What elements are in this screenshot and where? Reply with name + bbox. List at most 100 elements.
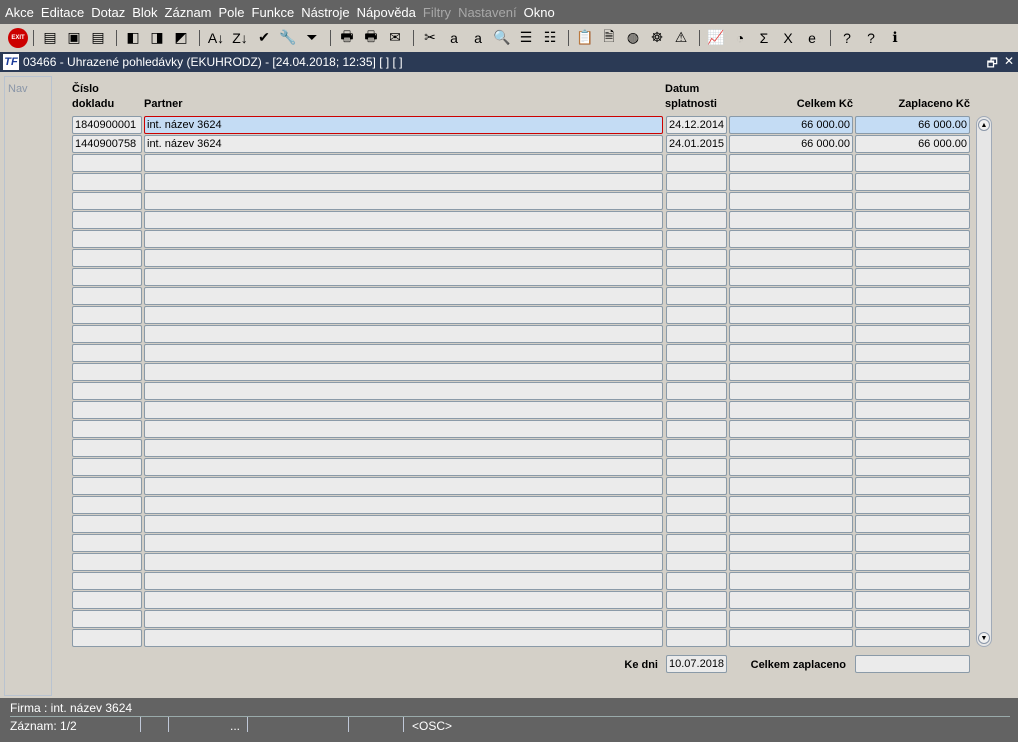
cell-paid[interactable] [855, 287, 970, 305]
cell-paid[interactable] [855, 401, 970, 419]
cell-partner[interactable] [144, 249, 663, 267]
cell-total[interactable] [729, 515, 853, 533]
cell-total[interactable] [729, 610, 853, 628]
cell-date[interactable] [666, 344, 727, 362]
cell-partner[interactable] [144, 572, 663, 590]
query-icon[interactable]: ◧ [122, 28, 144, 48]
cell-paid[interactable] [855, 325, 970, 343]
help-context-icon[interactable]: ? [836, 28, 858, 48]
cell-partner[interactable] [144, 553, 663, 571]
cancel-query-icon[interactable]: ◩ [170, 28, 192, 48]
cell-total[interactable] [729, 173, 853, 191]
delete-record-icon[interactable]: ▤ [87, 28, 109, 48]
cell-total[interactable] [729, 496, 853, 514]
cell-total[interactable] [729, 572, 853, 590]
cell-partner[interactable] [144, 344, 663, 362]
columns-icon[interactable]: ☷ [539, 28, 561, 48]
cell-partner[interactable] [144, 287, 663, 305]
cell-total[interactable] [729, 439, 853, 457]
menu-nástroje[interactable]: Nástroje [301, 5, 349, 20]
cell-total[interactable] [729, 553, 853, 571]
cell-date[interactable] [666, 439, 727, 457]
cell-doc[interactable] [72, 420, 142, 438]
cell-date[interactable] [666, 477, 727, 495]
cell-date[interactable] [666, 325, 727, 343]
cell-paid[interactable] [855, 268, 970, 286]
cell-date[interactable] [666, 287, 727, 305]
cell-total[interactable] [729, 211, 853, 229]
cell-doc[interactable] [72, 192, 142, 210]
cell-doc[interactable] [72, 553, 142, 571]
cell-partner[interactable] [144, 401, 663, 419]
cell-paid[interactable] [855, 420, 970, 438]
cell-partner[interactable] [144, 515, 663, 533]
clipboard-icon[interactable]: 📋 [574, 28, 596, 48]
cell-total[interactable] [729, 591, 853, 609]
exit-button[interactable]: EXIT [8, 27, 28, 48]
scroll-up-icon[interactable]: ▲ [978, 119, 990, 131]
menu-okno[interactable]: Okno [524, 5, 555, 20]
print-icon[interactable]: 🖶 [336, 28, 358, 48]
cell-doc[interactable] [72, 496, 142, 514]
cell-total[interactable] [729, 420, 853, 438]
cell-date[interactable] [666, 572, 727, 590]
cell-doc[interactable] [72, 439, 142, 457]
info-icon[interactable]: ℹ [884, 28, 906, 48]
cell-partner[interactable] [144, 458, 663, 476]
cell-doc[interactable]: 1440900758 [72, 135, 142, 153]
copy-icon[interactable]: a [443, 28, 465, 48]
menu-akce[interactable]: Akce [5, 5, 34, 20]
cell-date[interactable] [666, 515, 727, 533]
cell-paid[interactable] [855, 230, 970, 248]
cell-paid[interactable] [855, 629, 970, 647]
list-icon[interactable]: ☰ [515, 28, 537, 48]
cell-total[interactable] [729, 401, 853, 419]
cell-paid[interactable] [855, 458, 970, 476]
cell-doc[interactable] [72, 591, 142, 609]
document-icon[interactable]: 🗎 [598, 28, 620, 48]
cell-partner[interactable] [144, 154, 663, 172]
cell-partner[interactable] [144, 610, 663, 628]
cell-paid[interactable] [855, 192, 970, 210]
cell-date[interactable] [666, 496, 727, 514]
cell-date[interactable] [666, 420, 727, 438]
cell-paid[interactable] [855, 173, 970, 191]
cell-doc[interactable] [72, 154, 142, 172]
cell-paid[interactable] [855, 154, 970, 172]
cell-total[interactable] [729, 230, 853, 248]
cell-date[interactable] [666, 192, 727, 210]
cell-date[interactable] [666, 306, 727, 324]
cell-doc[interactable] [72, 306, 142, 324]
cell-partner[interactable] [144, 439, 663, 457]
cell-partner[interactable] [144, 306, 663, 324]
cell-date[interactable]: 24.01.2015 [666, 135, 727, 153]
cell-total[interactable] [729, 268, 853, 286]
cell-partner[interactable] [144, 192, 663, 210]
cell-partner[interactable]: int. název 3624 [144, 116, 663, 134]
check-icon[interactable]: ✔ [253, 28, 275, 48]
cell-total[interactable] [729, 629, 853, 647]
scroll-down-icon[interactable]: ▼ [978, 632, 990, 644]
cell-doc[interactable] [72, 287, 142, 305]
cell-date[interactable] [666, 382, 727, 400]
cell-date[interactable]: 24.12.2014 [666, 116, 727, 134]
vertical-scrollbar[interactable]: ▲ ▼ [976, 116, 992, 647]
insert-record-icon[interactable]: ▤ [39, 28, 61, 48]
menu-záznam[interactable]: Záznam [165, 5, 212, 20]
cell-doc[interactable] [72, 249, 142, 267]
cell-doc[interactable] [72, 382, 142, 400]
cell-partner[interactable]: int. název 3624 [144, 135, 663, 153]
mail-icon[interactable]: ✉ [384, 28, 406, 48]
cell-date[interactable] [666, 591, 727, 609]
cell-doc[interactable] [72, 173, 142, 191]
cell-doc[interactable] [72, 211, 142, 229]
cell-total[interactable] [729, 363, 853, 381]
chart-icon[interactable]: 📈 [705, 28, 727, 48]
cell-doc[interactable] [72, 534, 142, 552]
cell-paid[interactable]: 66 000.00 [855, 116, 970, 134]
print-setup-icon[interactable]: 🖶 [360, 28, 382, 48]
globe-icon[interactable]: ◍ [622, 28, 644, 48]
cell-total[interactable] [729, 344, 853, 362]
cell-date[interactable] [666, 458, 727, 476]
cell-total[interactable] [729, 458, 853, 476]
